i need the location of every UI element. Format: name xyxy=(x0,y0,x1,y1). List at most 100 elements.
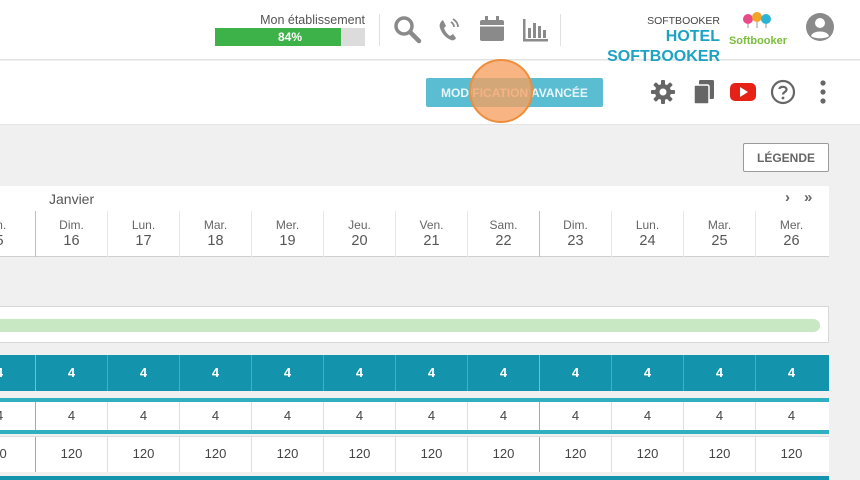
progress-text: 84% xyxy=(277,30,303,44)
month-label: Janvier xyxy=(49,191,95,207)
day-name: Dim. xyxy=(59,218,84,232)
day-number: 18 xyxy=(207,233,224,249)
day-name: Mar. xyxy=(203,218,228,232)
help-icon[interactable] xyxy=(769,78,797,106)
rooms-cell[interactable]: 4 xyxy=(395,402,467,430)
scroll-gutter xyxy=(829,125,860,480)
availability-cell[interactable]: 4 xyxy=(467,355,539,391)
rooms-cell[interactable]: 4 xyxy=(0,402,35,430)
day-number: 17 xyxy=(135,233,152,249)
day-column[interactable]: Dim. 16 xyxy=(35,211,107,257)
youtube-icon[interactable] xyxy=(729,78,757,106)
day-name: Jeu. xyxy=(348,218,371,232)
price-cell[interactable]: 120 xyxy=(539,437,611,472)
bar-chart-icon[interactable] xyxy=(520,14,550,44)
day-column[interactable]: Sam. 22 xyxy=(467,211,539,257)
availability-cell[interactable]: 4 xyxy=(0,355,35,391)
fast-forward-icon[interactable]: » xyxy=(804,189,812,206)
phone-icon[interactable] xyxy=(434,14,464,44)
softbooker-logo: Softbooker xyxy=(729,12,788,47)
rooms-cell[interactable]: 4 xyxy=(251,402,323,430)
availability-cell[interactable]: 4 xyxy=(611,355,683,391)
calendar-icon[interactable] xyxy=(477,14,507,44)
day-column[interactable]: Lun. 17 xyxy=(107,211,179,257)
price-cell[interactable]: 120 xyxy=(251,437,323,472)
copy-icon[interactable] xyxy=(690,78,718,106)
more-vert-icon[interactable] xyxy=(809,78,837,106)
day-column[interactable]: Lun. 24 xyxy=(611,211,683,257)
price-cell[interactable]: 120 xyxy=(683,437,755,472)
rooms-cell[interactable]: 4 xyxy=(467,402,539,430)
day-name: Mar. xyxy=(707,218,732,232)
price-cell[interactable]: 120 xyxy=(35,437,107,472)
row-divider xyxy=(0,476,829,480)
day-name: Lun. xyxy=(131,218,156,232)
hotel-brand: SOFTBOOKER HOTEL SOFTBOOKER xyxy=(575,15,720,67)
rooms-cell[interactable]: 4 xyxy=(539,402,611,430)
top-header: Mon établissement 84% SOFTBOOKER HOTEL S… xyxy=(0,0,860,65)
price-cell[interactable]: 20 xyxy=(0,437,35,472)
price-cell[interactable]: 120 xyxy=(323,437,395,472)
establishment-progress[interactable]: Mon établissement 84% xyxy=(215,13,365,46)
click-indicator xyxy=(469,59,533,123)
calendar-header: Janvier › » m.5Dim.16Lun.17Mar.18Mer.19J… xyxy=(0,186,829,257)
day-column[interactable]: Mer. 26 xyxy=(755,211,827,257)
day-name: Mer. xyxy=(779,218,804,232)
availability-cell[interactable]: 4 xyxy=(251,355,323,391)
rooms-cell[interactable]: 4 xyxy=(611,402,683,430)
price-cell[interactable]: 120 xyxy=(467,437,539,472)
progress-bar: 84% xyxy=(215,28,365,46)
day-number: 16 xyxy=(63,233,80,249)
day-number: 25 xyxy=(711,233,728,249)
rooms-cell[interactable]: 4 xyxy=(107,402,179,430)
price-cell[interactable]: 120 xyxy=(179,437,251,472)
avatar-icon[interactable] xyxy=(805,12,835,42)
availability-cell[interactable]: 4 xyxy=(395,355,467,391)
day-column[interactable]: Dim. 23 xyxy=(539,211,611,257)
establishment-label: Mon établissement xyxy=(260,13,365,27)
price-cell[interactable]: 120 xyxy=(107,437,179,472)
next-icon[interactable]: › xyxy=(785,189,790,206)
search-icon[interactable] xyxy=(392,14,422,44)
day-number: 24 xyxy=(639,233,656,249)
price-cell[interactable]: 120 xyxy=(395,437,467,472)
rooms-cell[interactable]: 4 xyxy=(683,402,755,430)
rooms-cell[interactable]: 4 xyxy=(35,402,107,430)
legend-button[interactable]: LÉGENDE xyxy=(743,143,829,172)
price-cell[interactable]: 120 xyxy=(755,437,827,472)
gear-icon[interactable] xyxy=(649,78,677,106)
day-number: 23 xyxy=(567,233,584,249)
day-column[interactable]: m.5 xyxy=(0,211,35,257)
rooms-cell[interactable]: 4 xyxy=(323,402,395,430)
day-name: m. xyxy=(0,218,7,232)
day-name: Ven. xyxy=(419,218,444,232)
availability-cell[interactable]: 4 xyxy=(179,355,251,391)
day-number: 5 xyxy=(0,232,35,250)
rooms-cell[interactable]: 4 xyxy=(179,402,251,430)
logo-text: Softbooker xyxy=(729,35,788,47)
availability-cell[interactable]: 4 xyxy=(755,355,827,391)
day-name: Sam. xyxy=(489,218,518,232)
occupancy-box xyxy=(0,306,829,343)
day-number: 19 xyxy=(279,233,296,249)
day-column[interactable]: Mer. 19 xyxy=(251,211,323,257)
day-number: 20 xyxy=(351,233,368,249)
price-row: 20120120120120120120120120120120120 xyxy=(0,436,829,472)
availability-cell[interactable]: 4 xyxy=(107,355,179,391)
availability-cell[interactable]: 4 xyxy=(323,355,395,391)
rooms-cell[interactable]: 4 xyxy=(755,402,827,430)
day-column[interactable]: Mar. 18 xyxy=(179,211,251,257)
day-column[interactable]: Jeu. 20 xyxy=(323,211,395,257)
day-column[interactable]: Mar. 25 xyxy=(683,211,755,257)
divider xyxy=(379,14,380,46)
day-column[interactable]: Ven. 21 xyxy=(395,211,467,257)
availability-cell[interactable]: 4 xyxy=(539,355,611,391)
availability-cell[interactable]: 4 xyxy=(683,355,755,391)
availability-cell[interactable]: 4 xyxy=(35,355,107,391)
rooms-row: 444444444444 xyxy=(0,398,829,434)
day-name: Lun. xyxy=(635,218,660,232)
day-number: 26 xyxy=(783,233,800,249)
occupancy-bar xyxy=(0,319,820,332)
day-number: 21 xyxy=(423,233,440,249)
price-cell[interactable]: 120 xyxy=(611,437,683,472)
